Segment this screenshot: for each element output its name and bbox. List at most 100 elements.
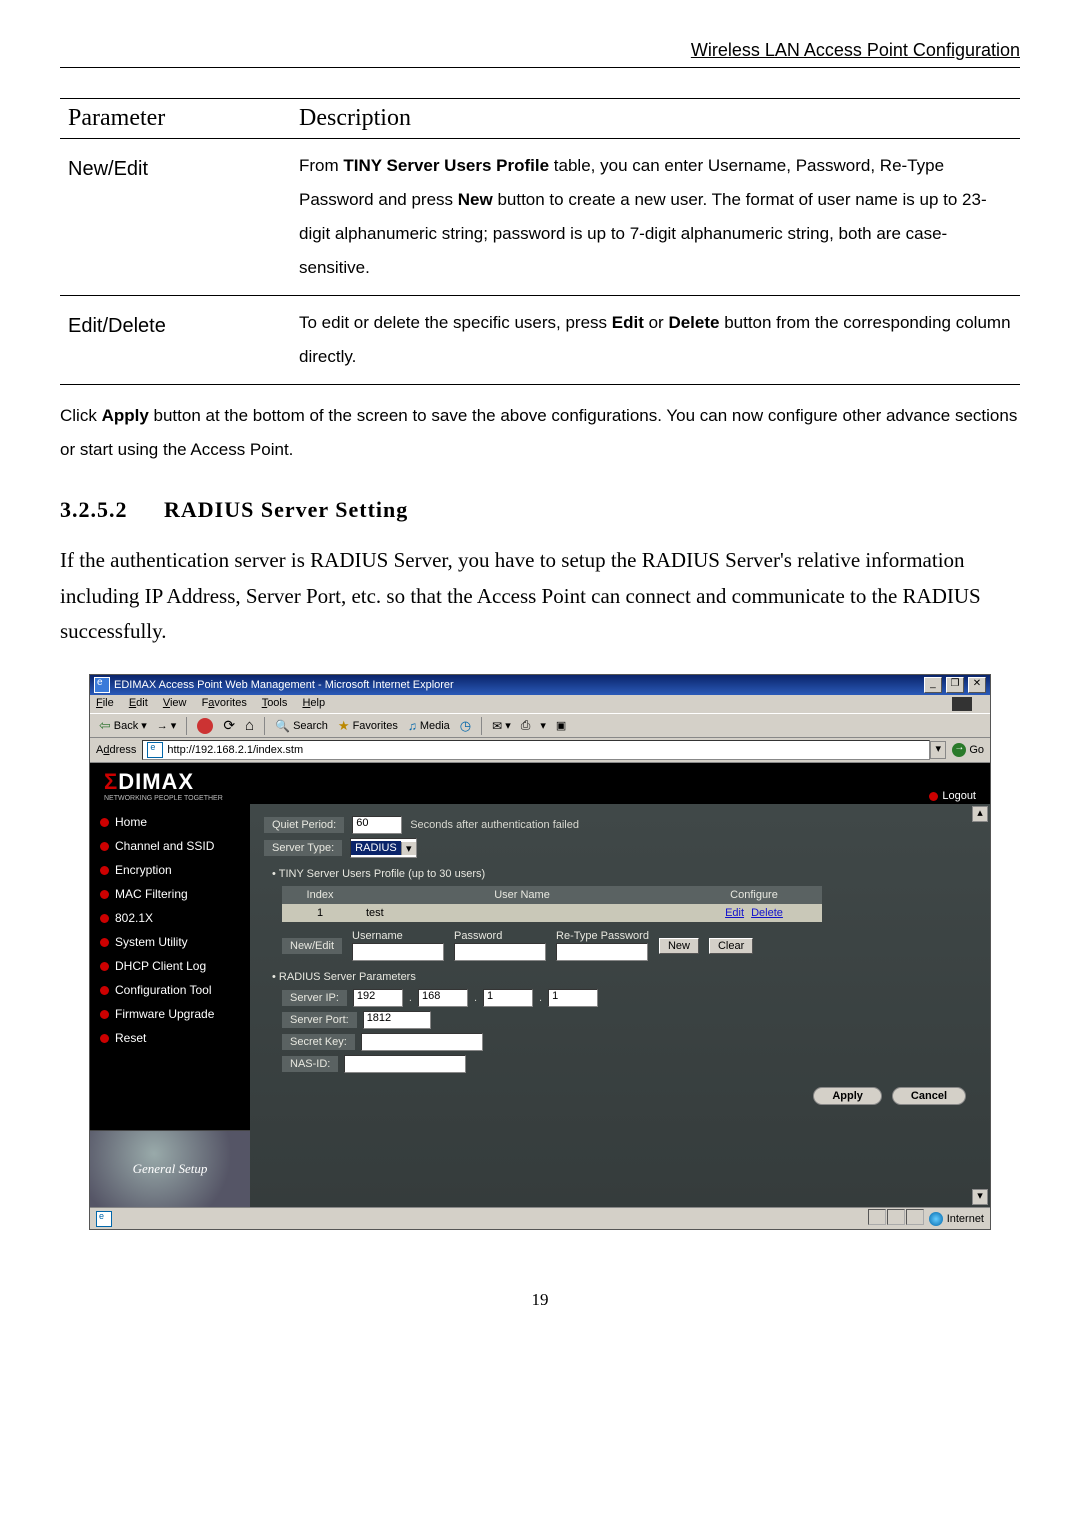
under-table-text: Click Apply button at the bottom of the … xyxy=(60,399,1020,467)
clear-button[interactable]: Clear xyxy=(709,938,753,954)
sidebar-item-home[interactable]: Home xyxy=(90,810,250,834)
history-button[interactable] xyxy=(457,717,474,735)
stop-button[interactable] xyxy=(194,717,216,735)
page-icon xyxy=(147,742,163,758)
window-title: EDIMAX Access Point Web Management - Mic… xyxy=(114,679,454,691)
forward-button[interactable]: → ▾ xyxy=(154,718,180,733)
sidebar-item-channel-ssid[interactable]: Channel and SSID xyxy=(90,834,250,858)
search-button[interactable]: Search xyxy=(272,718,331,734)
sidebar-footer: General Setup xyxy=(90,1130,250,1207)
cancel-button[interactable]: Cancel xyxy=(892,1087,966,1105)
col-configure: Configure xyxy=(686,886,822,904)
ie-icon xyxy=(94,677,110,693)
page-number: 19 xyxy=(60,1290,1020,1310)
sidebar: Home Channel and SSID Encryption MAC Fil… xyxy=(90,804,250,1207)
ip-octet-2[interactable]: 168 xyxy=(418,989,468,1007)
username-input[interactable] xyxy=(352,943,444,961)
section-title: RADIUS Server Setting xyxy=(164,497,408,522)
quiet-period-label: Quiet Period: xyxy=(264,817,344,833)
menu-tools[interactable]: Tools xyxy=(262,697,288,709)
address-bar: Address http://192.168.2.1/index.stm ▾ G… xyxy=(90,738,990,763)
refresh-button[interactable] xyxy=(220,716,238,735)
table-row: 1 test Edit Delete xyxy=(282,904,822,922)
users-section-label: TINY Server Users Profile (up to 30 user… xyxy=(272,868,976,880)
new-button[interactable]: New xyxy=(659,938,699,954)
address-input[interactable]: http://192.168.2.1/index.stm xyxy=(142,740,930,760)
col-index: Index xyxy=(282,886,358,904)
desc-edit-delete: To edit or delete the specific users, pr… xyxy=(291,296,1020,385)
param-new-edit: New/Edit xyxy=(60,139,291,296)
related-button[interactable]: ▾ xyxy=(537,718,549,733)
col-username: User Name xyxy=(358,886,686,904)
logout-link[interactable]: Logout xyxy=(929,790,976,802)
nas-id-input[interactable] xyxy=(344,1055,466,1073)
apply-button[interactable]: Apply xyxy=(813,1087,882,1105)
sidebar-item-reset[interactable]: Reset xyxy=(90,1026,250,1050)
brand-logo: ΣDIMAX NETWORKING PEOPLE TOGETHER xyxy=(104,769,223,802)
ip-octet-1[interactable]: 192 xyxy=(353,989,403,1007)
menu-view[interactable]: View xyxy=(163,697,187,709)
ip-octet-3[interactable]: 1 xyxy=(483,989,533,1007)
ie-throbber-icon xyxy=(952,697,972,711)
retype-input[interactable] xyxy=(556,943,648,961)
sidebar-item-8021x[interactable]: 802.1X xyxy=(90,906,250,930)
favorites-button[interactable]: Favorites xyxy=(335,717,401,735)
cell-index: 1 xyxy=(282,904,358,922)
address-label: Address xyxy=(96,744,136,756)
password-input[interactable] xyxy=(454,943,546,961)
menu-help[interactable]: Help xyxy=(302,697,325,709)
menu-favorites[interactable]: Favorites xyxy=(202,697,247,709)
close-button[interactable]: ✕ xyxy=(968,677,986,693)
media-button[interactable]: Media xyxy=(405,718,453,734)
delete-link[interactable]: Delete xyxy=(751,907,783,919)
sidebar-item-system-utility[interactable]: System Utility xyxy=(90,930,250,954)
server-type-select[interactable]: RADIUS▾ xyxy=(350,838,417,858)
brand-sub: NETWORKING PEOPLE TOGETHER xyxy=(104,795,223,802)
sidebar-item-dhcp-client-log[interactable]: DHCP Client Log xyxy=(90,954,250,978)
address-dropdown[interactable]: ▾ xyxy=(930,741,946,759)
minimize-button[interactable]: _ xyxy=(924,677,942,693)
scroll-down-button[interactable]: ▾ xyxy=(972,1189,988,1205)
content-panel: ▴ Quiet Period: 60 Seconds after authent… xyxy=(250,804,990,1207)
scroll-up-button[interactable]: ▴ xyxy=(972,806,988,822)
secret-key-label: Secret Key: xyxy=(282,1034,355,1050)
server-ip-label: Server IP: xyxy=(282,990,347,1006)
parameter-table: Parameter Description New/Edit From TINY… xyxy=(60,98,1020,385)
secret-key-input[interactable] xyxy=(361,1033,483,1051)
col-parameter: Parameter xyxy=(60,99,291,139)
cell-configure: Edit Delete xyxy=(686,904,822,922)
param-edit-delete: Edit/Delete xyxy=(60,296,291,385)
section-number: 3.2.5.2 xyxy=(60,497,128,522)
back-button[interactable]: ⇦Back ▾ xyxy=(96,716,150,735)
go-button[interactable]: Go xyxy=(952,743,984,757)
mail-button[interactable]: ▾ xyxy=(489,718,514,734)
cell-username: test xyxy=(358,904,686,922)
menu-file[interactable]: File xyxy=(96,697,114,709)
nas-id-label: NAS-ID: xyxy=(282,1056,338,1072)
menubar: File Edit View Favorites Tools Help xyxy=(90,695,990,713)
quiet-period-input[interactable]: 60 xyxy=(352,816,402,834)
server-port-input[interactable]: 1812 xyxy=(363,1011,431,1029)
titlebar: EDIMAX Access Point Web Management - Mic… xyxy=(90,675,990,695)
sidebar-item-configuration-tool[interactable]: Configuration Tool xyxy=(90,978,250,1002)
bullet-icon xyxy=(929,792,938,801)
username-label: Username xyxy=(352,930,403,942)
sidebar-item-mac-filtering[interactable]: MAC Filtering xyxy=(90,882,250,906)
status-zone: Internet xyxy=(947,1213,984,1225)
status-page-icon xyxy=(96,1211,112,1227)
toolbar: ⇦Back ▾ → ▾ Search Favorites Media ▾ ▾ ▣ xyxy=(90,713,990,738)
sidebar-item-firmware-upgrade[interactable]: Firmware Upgrade xyxy=(90,1002,250,1026)
quiet-period-hint: Seconds after authentication failed xyxy=(410,819,579,831)
status-bar: Internet xyxy=(90,1207,990,1229)
ip-octet-4[interactable]: 1 xyxy=(548,989,598,1007)
print-button[interactable] xyxy=(518,717,534,734)
sidebar-item-encryption[interactable]: Encryption xyxy=(90,858,250,882)
page-header: Wireless LAN Access Point Configuration xyxy=(60,40,1020,68)
maximize-button[interactable]: ❐ xyxy=(946,677,964,693)
home-button[interactable] xyxy=(242,716,257,735)
server-port-label: Server Port: xyxy=(282,1012,357,1028)
edit-link[interactable]: Edit xyxy=(725,907,744,919)
menu-edit[interactable]: Edit xyxy=(129,697,148,709)
users-table: Index User Name Configure 1 test Edit De… xyxy=(282,886,822,922)
discuss-button[interactable]: ▣ xyxy=(553,718,569,733)
